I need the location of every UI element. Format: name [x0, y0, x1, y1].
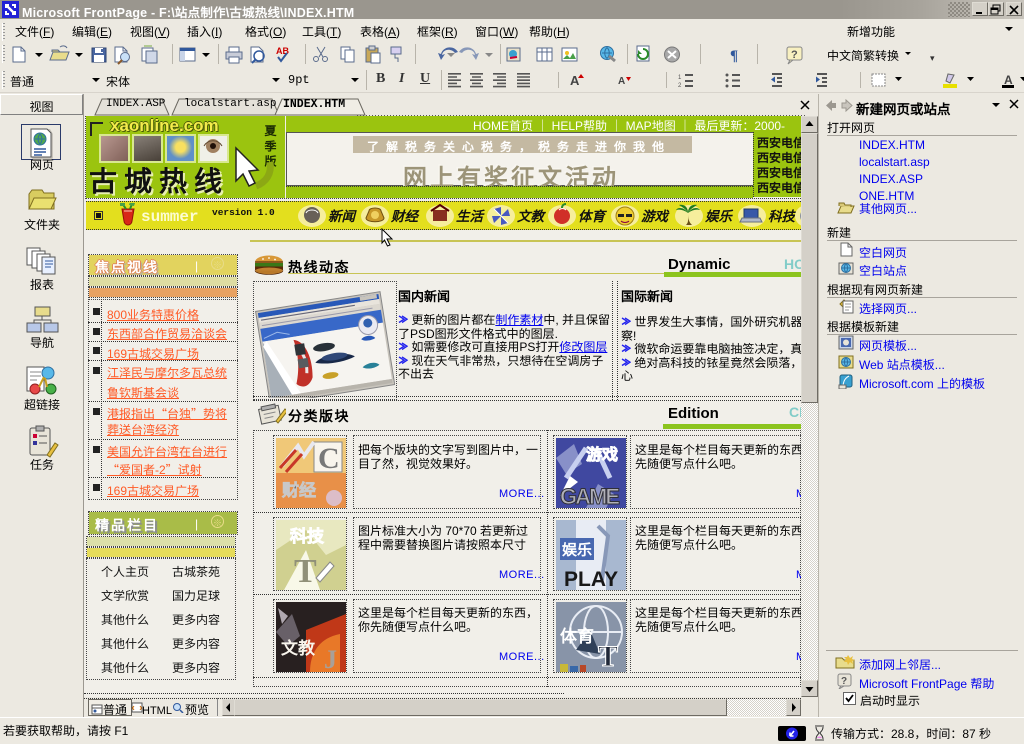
- svg-text:2: 2: [678, 80, 682, 88]
- svg-text:体育: 体育: [578, 205, 608, 225]
- svg-text:T: T: [598, 640, 618, 672]
- svg-text:文教: 文教: [517, 205, 547, 225]
- svg-text:游戏: 游戏: [586, 441, 618, 465]
- svg-text:¶: ¶: [730, 48, 738, 64]
- svg-text:A: A: [570, 72, 580, 88]
- svg-text:C: C: [318, 442, 340, 475]
- svg-text:财经: 财经: [281, 476, 316, 501]
- svg-text:GAME: GAME: [560, 484, 619, 508]
- svg-text:体育: 体育: [560, 622, 594, 647]
- svg-text:娱乐: 娱乐: [705, 205, 734, 225]
- svg-text:AB: AB: [276, 44, 289, 57]
- svg-text:财经: 财经: [390, 205, 420, 225]
- svg-text:生活: 生活: [456, 205, 485, 225]
- svg-text:游戏: 游戏: [641, 205, 671, 225]
- svg-text:新闻: 新闻: [328, 205, 357, 225]
- svg-text:娱乐: 娱乐: [562, 539, 592, 560]
- svg-text:科技: 科技: [290, 522, 325, 547]
- svg-text:?: ?: [841, 673, 847, 687]
- svg-text:PLAY: PLAY: [564, 568, 618, 590]
- svg-text:T: T: [294, 553, 317, 590]
- svg-text:文教: 文教: [281, 634, 316, 659]
- svg-text:A: A: [618, 72, 625, 87]
- svg-text:科技: 科技: [768, 205, 798, 225]
- svg-text:J: J: [324, 645, 337, 672]
